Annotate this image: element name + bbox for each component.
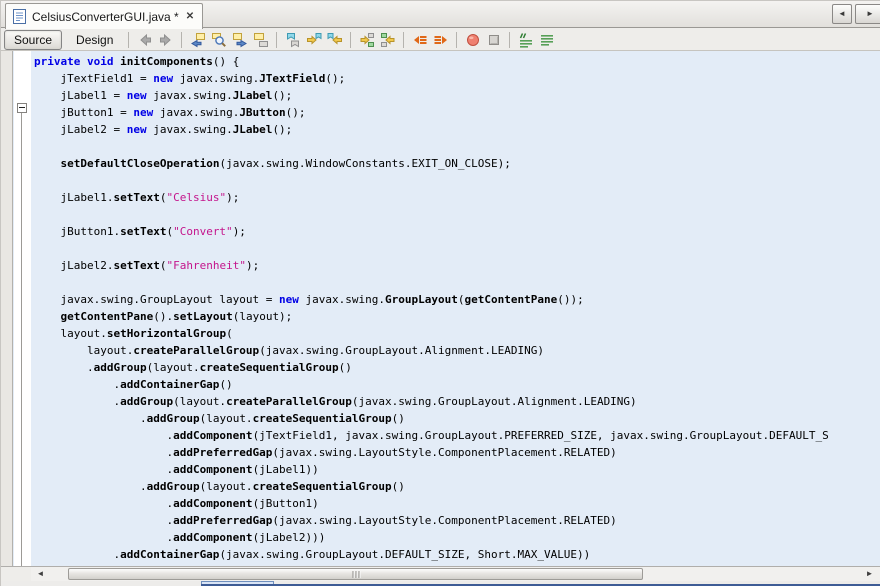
forward-icon (158, 32, 174, 48)
code-line[interactable]: jButton1 = new javax.swing.JButton(); (34, 104, 880, 121)
toolbar-separator (350, 32, 351, 48)
comment-icon (518, 32, 534, 48)
editor-toolbar: Source Design (1, 29, 880, 51)
tab-celsiusconvertergui[interactable]: CelsiusConverterGUI.java * ✕ (5, 3, 203, 29)
code-line[interactable] (34, 240, 880, 257)
previous-bookmark-button[interactable] (324, 30, 345, 50)
source-view-button[interactable]: Source (4, 30, 62, 50)
jump-next-icon (232, 32, 248, 48)
code-line[interactable]: layout.createParallelGroup(javax.swing.G… (34, 342, 880, 359)
start-macro-recording-button[interactable] (462, 30, 483, 50)
stop-macro-recording-icon (486, 32, 502, 48)
forward-button[interactable] (155, 30, 176, 50)
toggle-highlight-icon (253, 32, 269, 48)
code-line[interactable]: .addComponent(jButton1) (34, 495, 880, 512)
code-line[interactable] (34, 172, 880, 189)
toolbar-separator (128, 32, 129, 48)
comment-button[interactable] (515, 30, 536, 50)
code-editor[interactable]: private void initComponents() { jTextFie… (1, 51, 880, 566)
toggle-bookmark-button[interactable] (282, 30, 303, 50)
code-line[interactable]: jLabel1 = new javax.swing.JLabel(); (34, 87, 880, 104)
fold-scope-line (21, 113, 22, 566)
scrollbar-corner (1, 567, 31, 581)
shift-line-right-button[interactable] (430, 30, 451, 50)
next-matching-word-icon (359, 32, 375, 48)
previous-matching-word-icon (380, 32, 396, 48)
code-line[interactable] (34, 138, 880, 155)
design-view-button[interactable]: Design (66, 30, 123, 50)
toggle-highlight-button[interactable] (250, 30, 271, 50)
previous-bookmark-icon (327, 32, 343, 48)
next-bookmark-button[interactable] (303, 30, 324, 50)
shift-line-left-icon (412, 32, 428, 48)
code-line[interactable]: setDefaultCloseOperation(javax.swing.Win… (34, 155, 880, 172)
code-line[interactable]: .addGroup(layout.createSequentialGroup() (34, 410, 880, 427)
tab-close-icon[interactable]: ✕ (185, 12, 195, 22)
toolbar-separator (509, 32, 510, 48)
code-line[interactable]: .addPreferredGap(javax.swing.LayoutStyle… (34, 512, 880, 529)
collapse-fold-icon[interactable] (17, 103, 27, 113)
toolbar-separator (181, 32, 182, 48)
tab-scroll-right-button[interactable]: ► (855, 4, 880, 24)
find-selection-button[interactable] (208, 30, 229, 50)
jump-previous-icon (190, 32, 206, 48)
jump-next-button[interactable] (229, 30, 250, 50)
code-area[interactable]: private void initComponents() { jTextFie… (31, 51, 880, 566)
back-icon (137, 32, 153, 48)
code-line[interactable] (34, 274, 880, 291)
scrollbar-grip-icon (352, 571, 359, 578)
code-line[interactable]: layout.setHorizontalGroup( (34, 325, 880, 342)
uncomment-icon (539, 32, 555, 48)
toolbar-separator (276, 32, 277, 48)
code-line[interactable] (34, 206, 880, 223)
lower-window-edge (1, 581, 880, 586)
toolbar-separator (456, 32, 457, 48)
tab-bar: CelsiusConverterGUI.java * ✕ ◄ ► (1, 1, 880, 28)
code-line[interactable]: jLabel1.setText("Celsius"); (34, 189, 880, 206)
chevron-left-icon: ◄ (838, 9, 846, 18)
code-line[interactable]: getContentPane().setLayout(layout); (34, 308, 880, 325)
next-bookmark-icon (306, 32, 322, 48)
toggle-bookmark-icon (285, 32, 301, 48)
tab-label: CelsiusConverterGUI.java * (32, 10, 179, 24)
shift-line-left-button[interactable] (409, 30, 430, 50)
code-line[interactable]: jButton1.setText("Convert"); (34, 223, 880, 240)
code-line[interactable]: jLabel2.setText("Fahrenheit"); (34, 257, 880, 274)
tab-scroll-left-button[interactable]: ◄ (832, 4, 852, 24)
code-line[interactable]: .addGroup(layout.createParallelGroup(jav… (34, 393, 880, 410)
toolbar-separator (403, 32, 404, 48)
code-line[interactable]: .addComponent(jLabel2))) (34, 529, 880, 546)
stop-macro-recording-button[interactable] (483, 30, 504, 50)
horizontal-scrollbar[interactable]: ◄ ► (1, 566, 880, 581)
code-line[interactable]: private void initComponents() { (34, 53, 880, 70)
code-line[interactable]: .addPreferredGap(javax.swing.LayoutStyle… (34, 444, 880, 461)
uncomment-button[interactable] (536, 30, 557, 50)
code-line[interactable]: .addComponent(jTextField1, javax.swing.G… (34, 427, 880, 444)
scrollbar-thumb[interactable] (68, 568, 643, 580)
code-line[interactable]: .addComponent(jLabel1)) (34, 461, 880, 478)
toolbar-icons (134, 30, 557, 50)
chevron-right-icon: ► (866, 9, 874, 18)
code-line[interactable]: jTextField1 = new javax.swing.JTextField… (34, 70, 880, 87)
scroll-right-arrow-icon[interactable]: ► (861, 567, 878, 581)
code-line[interactable]: .addContainerGap(javax.swing.GroupLayout… (34, 546, 880, 563)
code-line[interactable]: jLabel2 = new javax.swing.JLabel(); (34, 121, 880, 138)
code-line[interactable]: .addGroup(layout.createSequentialGroup() (34, 359, 880, 376)
code-line[interactable]: .addGroup(layout.createSequentialGroup() (34, 478, 880, 495)
code-line[interactable]: javax.swing.GroupLayout layout = new jav… (34, 291, 880, 308)
previous-matching-word-button[interactable] (377, 30, 398, 50)
code-line[interactable]: .addContainerGap() (34, 376, 880, 393)
ide-editor-window: CelsiusConverterGUI.java * ✕ ◄ ► Source … (0, 0, 880, 586)
find-selection-icon (211, 32, 227, 48)
start-macro-recording-icon (465, 32, 481, 48)
scroll-left-arrow-icon[interactable]: ◄ (32, 567, 49, 581)
next-matching-word-button[interactable] (356, 30, 377, 50)
back-button[interactable] (134, 30, 155, 50)
jump-previous-button[interactable] (187, 30, 208, 50)
code-fold-bar (14, 51, 31, 566)
java-file-icon (13, 9, 26, 24)
shift-line-right-icon (433, 32, 449, 48)
glyph-gutter (1, 51, 13, 566)
